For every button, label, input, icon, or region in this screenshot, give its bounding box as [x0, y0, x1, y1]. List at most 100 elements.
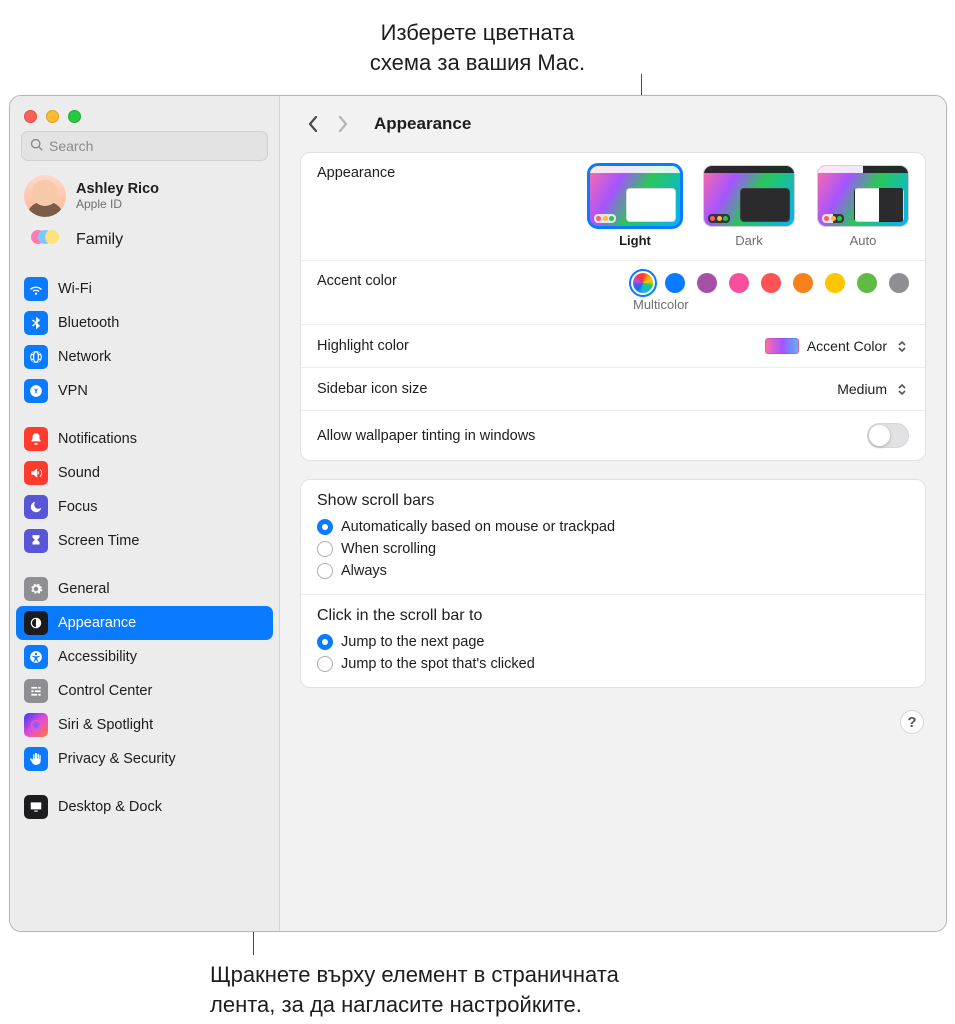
sidebar-item-screen-time[interactable]: Screen Time: [16, 524, 273, 558]
scroll-panel: Show scroll bars Automatically based on …: [300, 479, 926, 688]
accent-swatch[interactable]: [633, 273, 653, 293]
accent-swatch[interactable]: [665, 273, 685, 293]
close-button[interactable]: [24, 110, 37, 123]
bluetooth-icon: [24, 311, 48, 335]
window-controls: [10, 104, 279, 131]
accent-swatch[interactable]: [889, 273, 909, 293]
sidebar-item-vpn[interactable]: VPN: [16, 374, 273, 408]
sidebar-item-accessibility[interactable]: Accessibility: [16, 640, 273, 674]
accent-swatch[interactable]: [825, 273, 845, 293]
hand-icon: [24, 747, 48, 771]
sidebar-item-privacy-security[interactable]: Privacy & Security: [16, 742, 273, 776]
sound-icon: [24, 461, 48, 485]
minimize-button[interactable]: [46, 110, 59, 123]
moon-icon: [24, 495, 48, 519]
sidebar-item-label: Notifications: [58, 431, 137, 447]
content-header: Appearance: [280, 96, 946, 152]
accent-label: Accent color: [317, 273, 397, 289]
sidebar-item-focus[interactable]: Focus: [16, 490, 273, 524]
callout-top: Изберете цветната схема за вашия Mac.: [0, 18, 955, 77]
sidebar-item-network[interactable]: Network: [16, 340, 273, 374]
search-input[interactable]: [49, 138, 259, 154]
appearance-thumb: [589, 165, 681, 227]
wallpaper-tinting-toggle[interactable]: [867, 423, 909, 448]
highlight-swatch: [765, 338, 799, 354]
sidebar-item-siri-spotlight[interactable]: Siri & Spotlight: [16, 708, 273, 742]
appearance-option-light[interactable]: Light: [589, 165, 681, 248]
hourglass-icon: [24, 529, 48, 553]
radio-button[interactable]: [317, 656, 333, 672]
accent-swatch[interactable]: [729, 273, 749, 293]
sidebar-item-family[interactable]: Family: [16, 221, 273, 258]
appearance-option-auto[interactable]: Auto: [817, 165, 909, 248]
sidebar-item-wi-fi[interactable]: Wi-Fi: [16, 272, 273, 306]
content-area: Appearance Appearance Light Dark Auto Acce…: [280, 96, 946, 931]
sidebar-item-sound[interactable]: Sound: [16, 456, 273, 490]
radio-button[interactable]: [317, 541, 333, 557]
sidebar-size-value: Medium: [837, 381, 887, 397]
sidebar: Ashley Rico Apple ID Family Wi-Fi Bluetoo…: [10, 96, 280, 931]
siri-icon: [24, 713, 48, 737]
scrollclick-option[interactable]: Jump to the next page: [317, 631, 909, 653]
accent-selected-name: Multicolor: [633, 297, 689, 312]
sidebar-item-general[interactable]: General: [16, 572, 273, 606]
radio-button[interactable]: [317, 563, 333, 579]
scrollclick-label: Click in the scroll bar to: [317, 607, 909, 625]
sidebar-item-bluetooth[interactable]: Bluetooth: [16, 306, 273, 340]
vpn-icon: [24, 379, 48, 403]
appearance-option-dark[interactable]: Dark: [703, 165, 795, 248]
radio-button[interactable]: [317, 634, 333, 650]
page-title: Appearance: [374, 114, 471, 134]
radio-label: Jump to the next page: [341, 634, 485, 650]
forward-button[interactable]: [330, 109, 356, 139]
scrollbars-option[interactable]: Always: [317, 560, 909, 582]
account-name: Ashley Rico: [76, 181, 159, 197]
sidebar-size-label: Sidebar icon size: [317, 381, 427, 397]
sidebar-item-label: Network: [58, 349, 111, 365]
radio-label: Jump to the spot that's clicked: [341, 656, 535, 672]
sidebar-icon-size-popup[interactable]: Medium: [837, 380, 909, 398]
sidebar-item-label: Wi-Fi: [58, 281, 92, 297]
sidebar-item-control-center[interactable]: Control Center: [16, 674, 273, 708]
help-button[interactable]: ?: [900, 710, 924, 734]
radio-label: Always: [341, 563, 387, 579]
radio-button[interactable]: [317, 519, 333, 535]
appearance-option-label: Dark: [703, 233, 795, 248]
highlight-label: Highlight color: [317, 338, 409, 354]
accent-swatch[interactable]: [761, 273, 781, 293]
zoom-button[interactable]: [68, 110, 81, 123]
desktop-icon: [24, 795, 48, 819]
sidebar-item-desktop-dock[interactable]: Desktop & Dock: [16, 790, 273, 824]
sidebar-item-label: Focus: [58, 499, 98, 515]
settings-window: Ashley Rico Apple ID Family Wi-Fi Bluetoo…: [9, 95, 947, 932]
appearance-panel: Appearance Light Dark Auto Accent color Mu…: [300, 152, 926, 461]
wallpaper-tinting-label: Allow wallpaper tinting in windows: [317, 428, 535, 444]
sidebar-item-account[interactable]: Ashley Rico Apple ID: [16, 171, 273, 221]
sidebar-item-label: Control Center: [58, 683, 152, 699]
gear-icon: [24, 577, 48, 601]
accent-swatch[interactable]: [793, 273, 813, 293]
callout-bottom: Щракнете върху елемент в страничната лен…: [210, 960, 619, 1019]
account-sub: Apple ID: [76, 197, 159, 211]
sidebar-item-label: Siri & Spotlight: [58, 717, 153, 733]
sidebar-item-label: Screen Time: [58, 533, 139, 549]
appearance-label: Appearance: [317, 165, 395, 181]
scrollbars-option[interactable]: When scrolling: [317, 538, 909, 560]
sidebar-item-label: VPN: [58, 383, 88, 399]
sidebar-item-notifications[interactable]: Notifications: [16, 422, 273, 456]
sidebar-item-label: Appearance: [58, 615, 136, 631]
avatar: [24, 175, 66, 217]
scrollclick-option[interactable]: Jump to the spot that's clicked: [317, 653, 909, 675]
back-button[interactable]: [300, 109, 326, 139]
accent-swatch[interactable]: [857, 273, 877, 293]
sidebar-item-appearance[interactable]: Appearance: [16, 606, 273, 640]
accent-swatch[interactable]: [697, 273, 717, 293]
search-field[interactable]: [21, 131, 268, 161]
wifi-icon: [24, 277, 48, 301]
scrollbars-option[interactable]: Automatically based on mouse or trackpad: [317, 516, 909, 538]
sidebar-item-label: Bluetooth: [58, 315, 119, 331]
accessibility-icon: [24, 645, 48, 669]
highlight-color-popup[interactable]: Accent Color: [765, 337, 909, 355]
chevron-up-down-icon: [895, 337, 909, 355]
sidebar-item-label: Family: [76, 231, 123, 249]
